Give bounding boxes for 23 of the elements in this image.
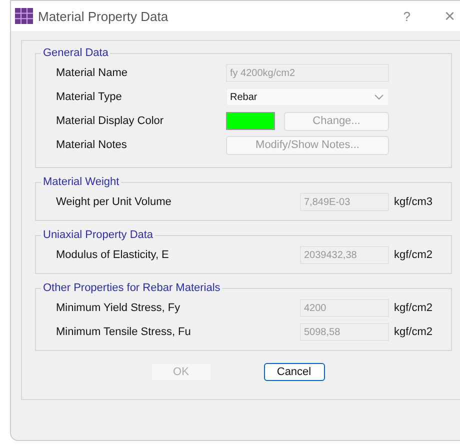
field-label: Minimum Tensile Stress, Fu xyxy=(56,326,192,338)
group-title: General Data xyxy=(42,47,110,59)
field-label: Material Type xyxy=(56,91,123,103)
unit-label: kgf/cm2 xyxy=(394,249,433,261)
group-title: Material Weight xyxy=(42,176,120,188)
unit-label: kgf/cm2 xyxy=(394,326,433,338)
type-dropdown[interactable]: Rebar xyxy=(226,88,389,106)
field-label: Weight per Unit Volume xyxy=(56,196,172,208)
field-label: Modulus of Elasticity, E xyxy=(56,249,170,261)
help-button[interactable]: ? xyxy=(403,8,410,24)
field-label: Minimum Yield Stress, Fy xyxy=(56,302,182,314)
field-label: Material Display Color xyxy=(56,115,165,127)
grid-icon xyxy=(15,8,33,24)
field-label: Material Notes xyxy=(56,139,128,151)
unit-label: kgf/cm3 xyxy=(394,196,433,208)
window-title: Material Property Data xyxy=(38,8,170,24)
field-label: Material Name xyxy=(56,67,129,79)
group-title: Uniaxial Property Data xyxy=(42,229,154,241)
chevron-icon xyxy=(374,94,384,100)
group-title: Other Properties for Rebar Materials xyxy=(42,282,222,294)
dialog-button[interactable]: Cancel xyxy=(264,363,324,381)
close-button[interactable]: × xyxy=(444,6,455,26)
unit-label: kgf/cm2 xyxy=(394,302,433,314)
